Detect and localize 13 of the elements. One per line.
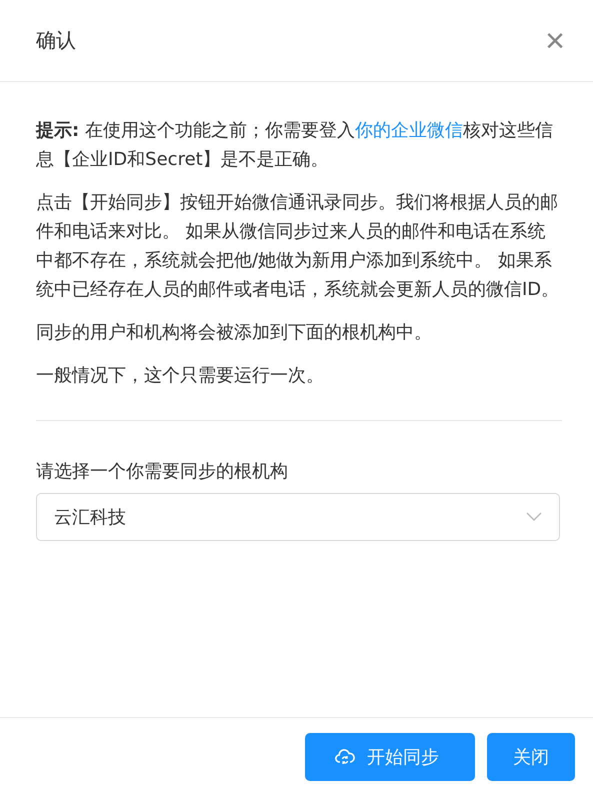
chevron-down-icon xyxy=(526,512,542,522)
close-button[interactable]: × xyxy=(539,24,571,58)
link[interactable]: 你的企业微信 xyxy=(354,120,463,141)
sync-button[interactable]: 开始同步 xyxy=(305,732,475,780)
hint-paragraph: 提示: 在使用这个功能之前；你需要登入你的企业微信核对这些信息【企业ID和Secret】是不是正确。 xyxy=(36,119,554,172)
paragraph: 一般情况下，这个只需要运行一次。 xyxy=(36,364,325,388)
dropdown-field[interactable]: 云汇科技 xyxy=(36,493,560,541)
paragraph: 点击【开始同步】按钮开始微信通讯录同步。我们将根据人员的邮件和电话来对比。 如果从微信同步过来人员的邮件和电话在系统中都不存在，系统就会把他/她做为新用户添加到系统中。 如果系统中已经存在人员的邮件或者电话，系统就会更新人员的微信ID。 xyxy=(36,191,560,302)
paragraph: 同步的用户和机构将会被添加到下面的根机构中。 xyxy=(36,321,433,345)
field-label: 请选择一个你需要同步的根机构 xyxy=(36,460,288,484)
dialog-title: 确认 xyxy=(36,27,76,54)
cloud-sync-icon xyxy=(335,748,355,766)
close-dialog-button[interactable]: 关闭 xyxy=(487,732,575,780)
